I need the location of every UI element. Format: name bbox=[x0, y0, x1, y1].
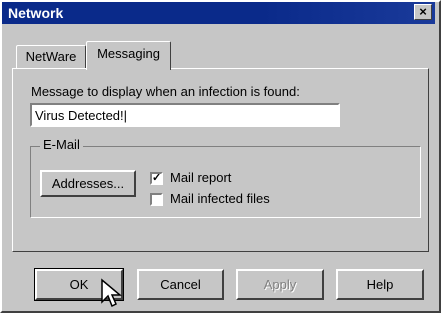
mail-report-checkbox[interactable]: ✓ bbox=[150, 172, 163, 185]
close-icon[interactable]: × bbox=[414, 4, 432, 20]
cancel-button[interactable]: Cancel bbox=[137, 269, 224, 300]
message-input[interactable]: Virus Detected!| bbox=[30, 103, 340, 127]
apply-button[interactable]: Apply bbox=[236, 269, 324, 300]
mail-infected-files-checkbox[interactable] bbox=[150, 193, 163, 206]
ok-button-label: OK bbox=[69, 277, 89, 292]
email-group-label: E-Mail bbox=[40, 137, 83, 152]
cancel-button-label: Cancel bbox=[160, 277, 201, 292]
tab-messaging[interactable]: Messaging bbox=[86, 41, 171, 70]
message-input-value: Virus Detected! bbox=[35, 108, 124, 123]
title-bar: Network × bbox=[2, 2, 435, 24]
addresses-button[interactable]: Addresses... bbox=[40, 170, 136, 197]
mail-report-label[interactable]: Mail report bbox=[170, 170, 231, 185]
help-button[interactable]: Help bbox=[336, 269, 424, 300]
window-title: Network bbox=[8, 5, 64, 21]
tab-netware-label: NetWare bbox=[25, 49, 77, 64]
help-button-label: Help bbox=[366, 277, 394, 292]
mail-infected-files-label[interactable]: Mail infected files bbox=[170, 191, 270, 206]
tab-messaging-label: Messaging bbox=[97, 46, 160, 61]
message-prompt-label: Message to display when an infection is … bbox=[31, 84, 300, 99]
text-caret: | bbox=[123, 108, 128, 123]
checkmark-icon: ✓ bbox=[152, 172, 162, 184]
tab-netware[interactable]: NetWare bbox=[16, 45, 86, 68]
mouse-pointer-icon bbox=[101, 278, 122, 308]
apply-button-label: Apply bbox=[263, 277, 297, 292]
addresses-button-label: Addresses... bbox=[51, 176, 125, 191]
